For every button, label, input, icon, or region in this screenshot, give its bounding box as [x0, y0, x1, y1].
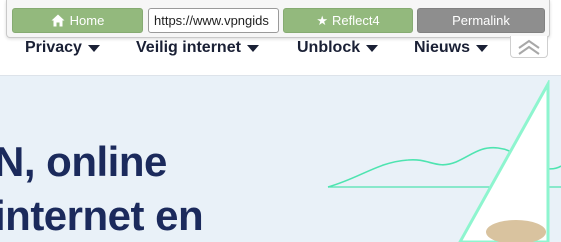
nav-item-privacy[interactable]: Privacy — [25, 38, 100, 58]
caret-down-icon — [366, 44, 379, 52]
hero-title-line-1: N, online — [0, 138, 167, 185]
reflect-toolbar: Home https://www.vpngids ★ Reflect4 Perm… — [6, 0, 550, 38]
hero-title-line-2: internet en — [0, 192, 204, 239]
home-label: Home — [69, 13, 105, 28]
nav-item-label: Unblock — [297, 39, 361, 56]
caret-down-icon — [476, 44, 489, 52]
caret-down-icon — [87, 44, 100, 52]
url-field[interactable]: https://www.vpngids — [148, 8, 279, 33]
nav-item-unblock[interactable]: Unblock — [297, 38, 379, 58]
hero-illustration — [327, 80, 561, 242]
caret-down-icon — [246, 44, 259, 52]
home-icon — [51, 14, 65, 27]
reflect-label: Reflect4 — [331, 13, 380, 28]
star-icon: ★ — [316, 12, 328, 28]
triangle-shape — [458, 80, 550, 242]
reflect-button[interactable]: ★ Reflect4 — [283, 8, 413, 33]
nav-item-nieuws[interactable]: Nieuws — [414, 38, 489, 58]
nav-item-label: Privacy — [25, 39, 82, 56]
permalink-button[interactable]: Permalink — [417, 8, 545, 33]
nav-item-veilig-internet[interactable]: Veilig internet — [136, 38, 259, 58]
permalink-label: Permalink — [452, 13, 510, 28]
nav-item-label: Veilig internet — [136, 39, 241, 56]
double-chevron-up-icon — [518, 39, 540, 55]
collapse-toolbar-button[interactable] — [510, 36, 548, 58]
nav-item-label: Nieuws — [414, 39, 471, 56]
home-button[interactable]: Home — [12, 8, 143, 33]
